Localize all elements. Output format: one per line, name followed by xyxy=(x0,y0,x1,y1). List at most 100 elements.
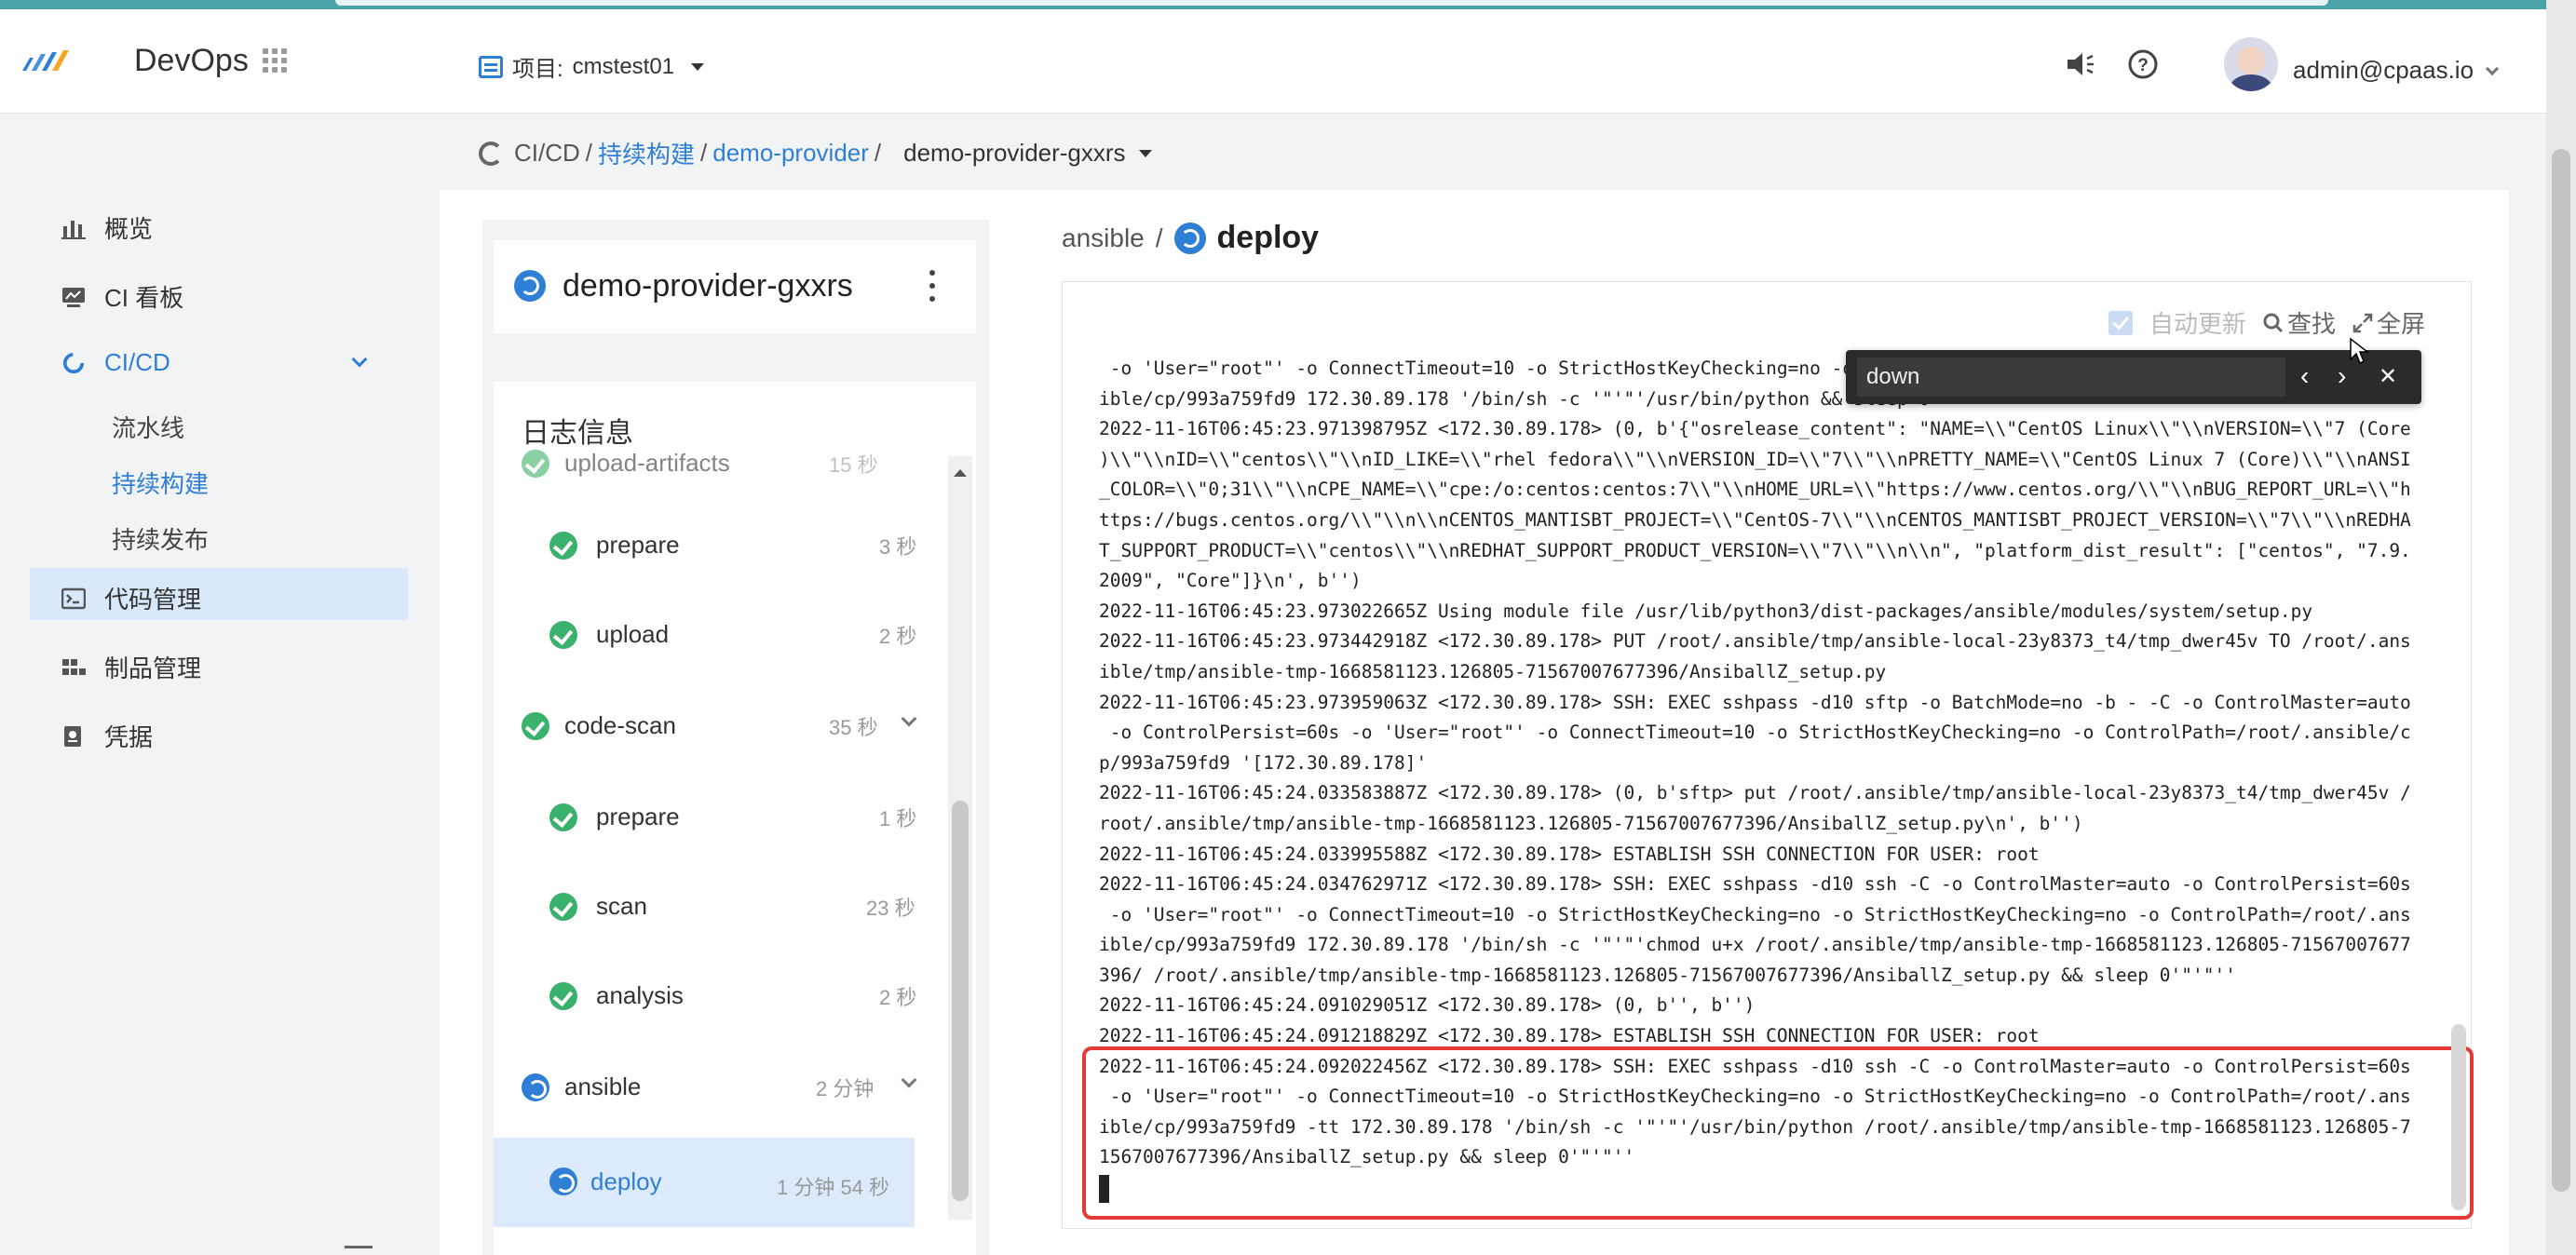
log-line: -o ControlPersist=60s -o 'User="root"' -… xyxy=(1099,722,2411,744)
scroll-up-arrow-icon[interactable] xyxy=(954,469,967,477)
sidebar-item-continuous-build[interactable]: 持续构建 xyxy=(112,466,209,500)
running-icon xyxy=(522,1073,549,1101)
running-icon xyxy=(1173,222,1206,254)
log-toolbar: 自动更新 查找 全屏 xyxy=(2108,305,2425,340)
log-line: ttps://bugs.centos.org/\\"\\n\\nCENTOS_M… xyxy=(1099,508,2411,531)
sidebar-item-credentials[interactable]: 凭据 xyxy=(61,719,153,753)
auto-update-checkbox[interactable] xyxy=(2108,310,2133,335)
project-value: cmstest01 xyxy=(572,53,675,79)
log-line: T_SUPPORT_PRODUCT=\\"centos\\"\\nREDHAT_… xyxy=(1099,539,2411,561)
step-name: prepare xyxy=(596,803,680,830)
step-name: analysis xyxy=(596,981,684,1009)
fullscreen-icon xyxy=(2352,313,2373,332)
step-name: upload xyxy=(596,620,670,648)
log-line: ible/cp/993a759fd9 172.30.89.178 '/bin/s… xyxy=(1099,934,2411,956)
logo-icon xyxy=(22,50,69,71)
sidebar-item-pipeline[interactable]: 流水线 xyxy=(112,410,184,444)
step-prepare[interactable]: prepare 3 秒 xyxy=(549,531,931,560)
find-close-icon[interactable]: ✕ xyxy=(2379,363,2397,390)
step-upload[interactable]: upload 2 秒 xyxy=(549,620,931,649)
find-input[interactable] xyxy=(1857,358,2285,397)
search-icon xyxy=(2263,313,2284,332)
step-name: deploy xyxy=(590,1167,662,1195)
success-icon xyxy=(522,711,549,740)
log-line: root/.ansible/tmp/ansible-tmp-1668581123… xyxy=(1099,812,2083,834)
sidebar-item-label: CI 看板 xyxy=(104,284,184,312)
caret-down-icon xyxy=(691,62,705,71)
step-analysis[interactable]: analysis 2 秒 xyxy=(549,981,931,1010)
breadcrumb-current[interactable]: demo-provider-gxxrs xyxy=(903,139,1125,168)
log-step: deploy xyxy=(1216,220,1320,255)
sidebar-collapse-handle[interactable] xyxy=(345,1246,373,1248)
sidebar-item-artifacts[interactable]: 制品管理 xyxy=(61,650,201,684)
find-next-icon[interactable]: › xyxy=(2338,361,2346,391)
apps-grid-icon[interactable] xyxy=(263,48,287,73)
find-prev-icon[interactable]: ‹ xyxy=(2300,361,2309,391)
chart-icon xyxy=(61,220,86,239)
running-icon xyxy=(549,1167,577,1195)
chevron-down-icon[interactable] xyxy=(901,1072,917,1088)
top-header: DevOps 项目: cmstest01 ? admin@cpaas.io xyxy=(0,9,2576,114)
fullscreen-button[interactable]: 全屏 xyxy=(2352,305,2425,340)
help-icon[interactable]: ? xyxy=(2127,48,2159,80)
avatar[interactable] xyxy=(2224,37,2278,91)
breadcrumb-continuous-build[interactable]: 持续构建 xyxy=(598,136,695,170)
sidebar-item-cicd[interactable]: CI/CD xyxy=(61,348,170,377)
sidebar-item-overview[interactable]: 概览 xyxy=(61,210,153,245)
log-stage[interactable]: ansible xyxy=(1062,223,1145,253)
log-steps-card: 日志信息 upload-artifacts 15 秒 prepare 3 秒 u… xyxy=(494,382,976,1255)
sidebar-item-continuous-release[interactable]: 持续发布 xyxy=(112,521,209,556)
user-name: admin@cpaas.io xyxy=(2293,56,2474,84)
sidebar-item-label: 概览 xyxy=(104,215,154,243)
log-line: 2022-11-16T06:45:24.091029051Z <172.30.8… xyxy=(1099,994,1756,1017)
breadcrumb-root[interactable]: CI/CD xyxy=(514,139,580,168)
sidebar-item-ci-board[interactable]: CI 看板 xyxy=(61,279,183,314)
project-selector[interactable]: 项目: cmstest01 xyxy=(479,50,705,83)
log-title: ansible / deploy xyxy=(1062,220,1319,256)
more-menu-icon[interactable] xyxy=(929,270,935,302)
step-ansible[interactable]: ansible 2 分钟 xyxy=(522,1072,931,1101)
success-icon xyxy=(549,892,577,921)
chevron-down-icon[interactable] xyxy=(901,710,917,727)
step-name: upload-artifacts xyxy=(564,449,730,477)
log-line: 2022-11-16T06:45:23.971398795Z <172.30.8… xyxy=(1099,418,2411,440)
fullscreen-label: 全屏 xyxy=(2377,310,2426,338)
highlight-annotation xyxy=(1082,1046,2474,1220)
log-line: ible/tmp/ansible-tmp-1668581123.126805-7… xyxy=(1099,660,1887,682)
step-name: prepare xyxy=(596,531,680,559)
log-line: 396/ /root/.ansible/tmp/ansible-tmp-1668… xyxy=(1099,964,2236,986)
breadcrumb-separator: / xyxy=(585,139,593,167)
breadcrumb-pipeline[interactable]: demo-provider xyxy=(712,139,869,168)
running-icon xyxy=(514,270,546,302)
svg-text:?: ? xyxy=(2137,56,2149,75)
step-prepare[interactable]: prepare 1 秒 xyxy=(549,803,931,831)
find-bar: ‹ › ✕ xyxy=(1846,350,2421,404)
find-label: 查找 xyxy=(2287,310,2337,338)
step-upload-artifacts[interactable]: upload-artifacts 15 秒 xyxy=(522,449,922,478)
user-menu[interactable]: admin@cpaas.io xyxy=(2293,56,2500,85)
step-duration: 15 秒 xyxy=(829,452,878,477)
sidebar-item-code[interactable]: 代码管理 xyxy=(61,581,201,615)
page-scrollbar[interactable] xyxy=(2546,0,2576,1255)
chevron-down-icon[interactable] xyxy=(351,351,368,368)
breadcrumb: CI/CD / 持续构建 / demo-provider / demo-prov… xyxy=(479,136,1152,170)
terminal-scrollbar[interactable] xyxy=(2449,354,2468,1220)
auto-update-label[interactable]: 自动更新 xyxy=(2149,305,2246,340)
step-duration: 2 秒 xyxy=(879,985,917,1009)
step-code-scan[interactable]: code-scan 35 秒 xyxy=(522,710,931,740)
steps-scrollbar[interactable] xyxy=(948,456,972,1220)
step-scan[interactable]: scan 23 秒 xyxy=(549,892,931,921)
announcement-icon[interactable] xyxy=(2064,50,2095,78)
sidebar-item-label: 代码管理 xyxy=(104,586,202,614)
step-deploy-selected[interactable]: deploy 1 分钟 54 秒 xyxy=(494,1138,915,1227)
log-line: 2022-11-16T06:45:23.973442918Z <172.30.8… xyxy=(1099,630,2411,653)
find-button[interactable]: 查找 xyxy=(2263,305,2336,340)
caret-down-icon[interactable] xyxy=(1138,149,1152,157)
step-duration: 2 分钟 xyxy=(816,1076,874,1100)
sidebar-item-label: CI/CD xyxy=(104,348,170,376)
success-icon xyxy=(549,620,577,649)
sidebar: 概览 CI 看板 CI/CD 流水线 持续构建 持续发布 代码管理 制品管理 凭… xyxy=(0,114,438,1255)
terminal-cursor xyxy=(1099,1175,1109,1203)
log-header: 日志信息 xyxy=(522,418,633,449)
step-name: scan xyxy=(596,892,647,920)
